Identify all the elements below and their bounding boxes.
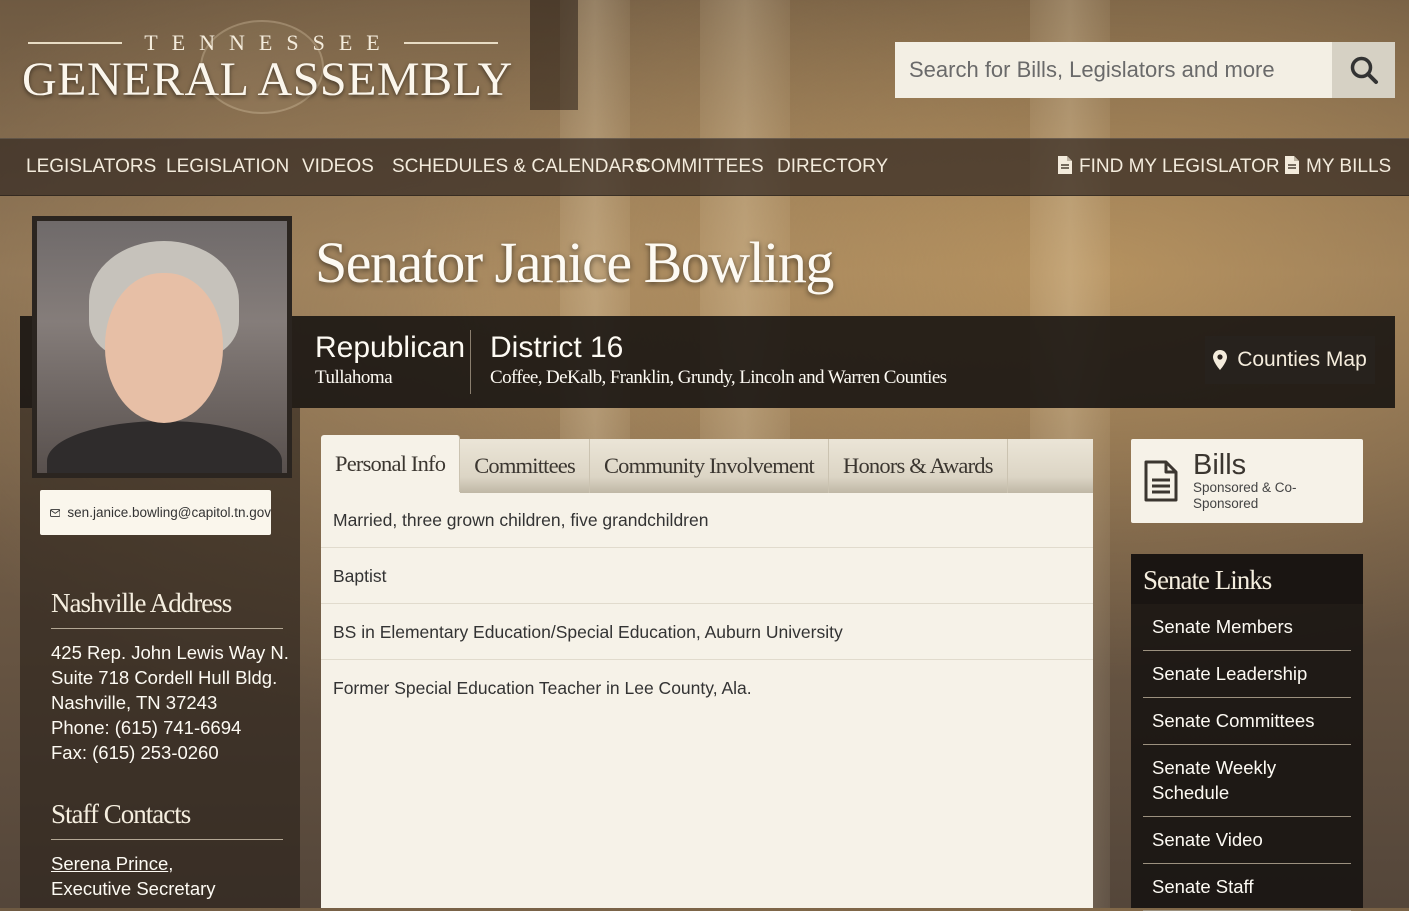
district-block: District 16 Coffee, DeKalb, Franklin, Gr… xyxy=(490,330,947,390)
nav-schedules-calendars[interactable]: SCHEDULES & CALENDARS xyxy=(392,139,648,195)
bills-card[interactable]: Bills Sponsored & Co-Sponsored xyxy=(1131,439,1363,523)
senate-link-staff[interactable]: Senate Staff xyxy=(1143,864,1351,911)
tab-bar-fill xyxy=(1007,439,1093,493)
senate-link-video[interactable]: Senate Video xyxy=(1143,817,1351,864)
tab-personal-info[interactable]: Personal Info xyxy=(321,435,461,492)
tab-honors-awards[interactable]: Honors & Awards xyxy=(829,439,1008,493)
address-line: Suite 718 Cordell Hull Bldg. xyxy=(51,667,278,688)
nav-my-bills[interactable]: MY BILLS xyxy=(1284,139,1391,195)
legislator-photo-frame xyxy=(32,216,292,478)
personal-info-row: Baptist xyxy=(321,548,1093,604)
search-input[interactable] xyxy=(895,42,1332,98)
nav-videos[interactable]: VIDEOS xyxy=(302,139,374,195)
fax-line: Fax: (615) 253-0260 xyxy=(51,742,219,763)
profile-tabs: Personal Info Committees Community Invol… xyxy=(321,435,1093,908)
personal-info-row: BS in Elementary Education/Special Educa… xyxy=(321,604,1093,660)
personal-info-row: Married, three grown children, five gran… xyxy=(321,492,1093,548)
bills-card-title: Bills xyxy=(1193,449,1247,481)
tab-community-involvement[interactable]: Community Involvement xyxy=(589,439,830,493)
nashville-address-heading: Nashville Address xyxy=(51,586,283,629)
nashville-address: 425 Rep. John Lewis Way N. Suite 718 Cor… xyxy=(51,640,289,765)
page-title: Senator Janice Bowling xyxy=(315,230,834,295)
nav-directory[interactable]: DIRECTORY xyxy=(777,139,888,195)
email-address: sen.janice.bowling@capitol.tn.gov xyxy=(67,505,271,520)
personal-info-row: Former Special Education Teacher in Lee … xyxy=(333,678,752,698)
band-divider xyxy=(470,330,471,394)
staff-contact: Serena Prince, Executive Secretary xyxy=(51,853,216,899)
district-label: District 16 xyxy=(490,331,624,364)
hometown-label: Tullahoma xyxy=(315,367,393,388)
senate-link-members[interactable]: Senate Members xyxy=(1143,604,1351,651)
find-legislator-label: FIND MY LEGISLATOR xyxy=(1079,156,1280,177)
staff-role: Executive Secretary xyxy=(51,878,216,899)
main-nav: LEGISLATORS LEGISLATION VIDEOS SCHEDULES… xyxy=(0,138,1409,196)
phone-line: Phone: (615) 741-6694 xyxy=(51,717,242,738)
tab-bar: Personal Info Committees Community Invol… xyxy=(321,435,1093,493)
staff-contacts-heading: Staff Contacts xyxy=(51,797,283,840)
nav-legislation[interactable]: LEGISLATION xyxy=(166,139,289,195)
senate-links-box: Senate Links Senate Members Senate Leade… xyxy=(1131,554,1363,911)
email-button[interactable]: sen.janice.bowling@capitol.tn.gov xyxy=(40,490,271,535)
senate-link-committees[interactable]: Senate Committees xyxy=(1143,698,1351,745)
site-header: TENNESSEE GENERAL ASSEMBLY xyxy=(0,0,1409,138)
search-button[interactable] xyxy=(1332,42,1395,98)
address-line: Nashville, TN 37243 xyxy=(51,692,218,713)
bills-card-subtitle: Sponsored & Co-Sponsored xyxy=(1193,480,1297,511)
document-icon xyxy=(1285,156,1299,174)
counties-map-button[interactable]: Counties Map xyxy=(1205,336,1375,384)
file-text-icon xyxy=(1144,460,1178,502)
logo-general-assembly[interactable]: GENERAL ASSEMBLY xyxy=(22,52,513,108)
senate-link-weekly-schedule[interactable]: Senate Weekly Schedule xyxy=(1143,745,1351,817)
nav-legislators[interactable]: LEGISLATORS xyxy=(26,139,156,195)
legislator-photo xyxy=(37,221,287,473)
search-bar xyxy=(895,42,1395,98)
my-bills-label: MY BILLS xyxy=(1306,156,1392,177)
senate-links-list: Senate Members Senate Leadership Senate … xyxy=(1143,604,1351,911)
personal-info-panel: Married, three grown children, five gran… xyxy=(321,492,1093,908)
address-line: 425 Rep. John Lewis Way N. xyxy=(51,642,289,663)
party-label: Republican xyxy=(315,331,466,364)
tab-committees[interactable]: Committees xyxy=(460,439,590,493)
nav-find-my-legislator[interactable]: FIND MY LEGISLATOR xyxy=(1057,139,1280,195)
search-icon xyxy=(1350,56,1378,84)
party-block: Republican Tullahoma xyxy=(315,330,465,390)
counties-map-label: Counties Map xyxy=(1237,348,1367,371)
counties-label: Coffee, DeKalb, Franklin, Grundy, Lincol… xyxy=(490,367,947,388)
document-icon xyxy=(1058,156,1072,174)
map-pin-icon xyxy=(1213,350,1228,370)
senate-link-leadership[interactable]: Senate Leadership xyxy=(1143,651,1351,698)
staff-name-link[interactable]: Serena Prince xyxy=(51,853,168,874)
envelope-icon xyxy=(50,508,61,517)
nav-committees[interactable]: COMMITTEES xyxy=(637,139,764,195)
senate-links-title: Senate Links xyxy=(1131,554,1363,604)
